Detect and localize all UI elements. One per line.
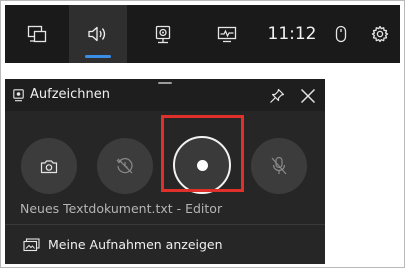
game-bar: 11:12 xyxy=(5,5,400,63)
audio-button[interactable] xyxy=(69,5,127,63)
performance-icon xyxy=(217,26,237,42)
captured-app-name: Neues Textdokument.txt - Editor xyxy=(20,201,223,216)
mouse-button[interactable] xyxy=(327,5,355,63)
active-tab-indicator xyxy=(85,55,111,58)
camera-icon xyxy=(40,159,58,173)
mouse-icon xyxy=(335,25,347,43)
show-captures-label: Meine Aufnahmen anzeigen xyxy=(48,237,223,252)
screenshot-button[interactable] xyxy=(21,138,77,194)
gallery-icon xyxy=(23,237,40,251)
capture-button[interactable] xyxy=(143,5,183,63)
mic-off-icon xyxy=(271,156,287,175)
record-button-highlight xyxy=(161,115,244,192)
gear-icon xyxy=(371,25,389,43)
capture-icon xyxy=(155,25,171,43)
widget-menu-icon xyxy=(27,25,47,43)
widget-header[interactable]: Aufzeichnen xyxy=(5,79,325,111)
capture-icon xyxy=(13,89,24,102)
close-icon[interactable] xyxy=(299,87,317,105)
audio-icon xyxy=(88,26,106,42)
drag-handle[interactable] xyxy=(158,82,172,84)
microphone-button[interactable] xyxy=(251,138,307,194)
record-last-button[interactable] xyxy=(97,138,153,194)
rewind-clock-icon xyxy=(116,158,133,174)
settings-button[interactable] xyxy=(365,5,395,63)
widget-title: Aufzeichnen xyxy=(30,87,111,102)
clock: 11:12 xyxy=(267,24,317,44)
show-captures-link[interactable]: Meine Aufnahmen anzeigen xyxy=(5,225,325,264)
performance-button[interactable] xyxy=(205,5,249,63)
widget-menu-button[interactable] xyxy=(19,5,55,63)
pin-icon[interactable] xyxy=(269,88,285,104)
